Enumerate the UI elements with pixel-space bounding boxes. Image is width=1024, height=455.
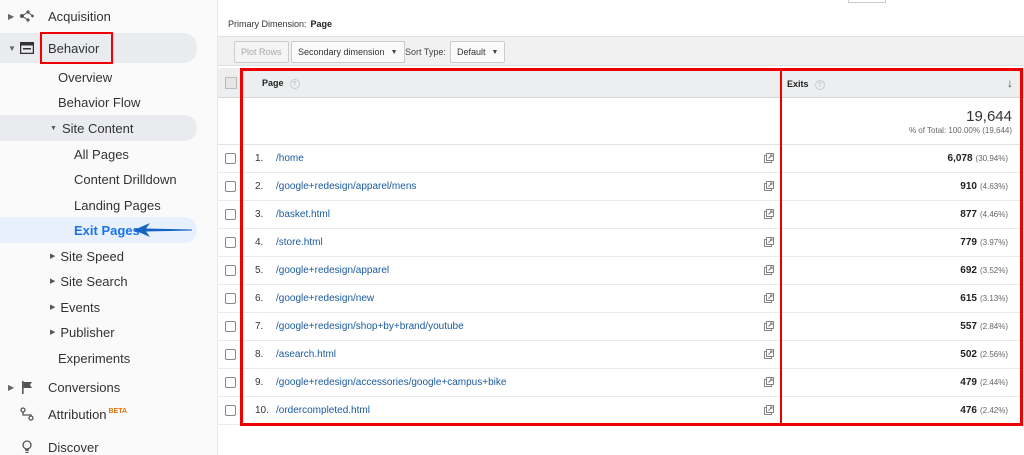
caret-right-icon: ▶	[8, 382, 15, 392]
flag-icon	[19, 379, 35, 395]
sidebar-item-label: Overview	[58, 69, 113, 85]
secondary-dimension-label: Secondary dimension	[298, 47, 385, 57]
sidebar-item-behavior-flow[interactable]: Behavior Flow	[58, 89, 140, 115]
sidebar-item-label: Acquisition	[48, 8, 111, 24]
sort-type-value: Default	[457, 47, 486, 57]
top-control-edge	[848, 0, 886, 3]
row-checkbox[interactable]	[225, 377, 236, 388]
sidebar-item-label: Site Content	[61, 120, 134, 136]
sidebar-item-events[interactable]: ▶ Events	[50, 294, 100, 320]
row-checkbox[interactable]	[225, 321, 236, 332]
row-checkbox[interactable]	[225, 349, 236, 360]
sidebar: ▶ Acquisition ▼ Behavior Overview Behavi…	[0, 0, 218, 455]
sidebar-item-label: Experiments	[58, 350, 131, 366]
sort-type-select[interactable]: Default ▼	[450, 41, 506, 63]
sidebar-item-conversions[interactable]: ▶ Conversions	[0, 374, 200, 400]
sidebar-item-overview[interactable]: Overview	[58, 64, 112, 90]
caret-right-icon: ▶	[50, 304, 56, 311]
sidebar-item-landing-pages[interactable]: Landing Pages	[74, 192, 161, 218]
plot-rows-button[interactable]: Plot Rows	[234, 41, 289, 63]
primary-dimension: Primary Dimension: Page	[228, 19, 332, 29]
sidebar-item-label: Events	[60, 299, 101, 315]
sidebar-item-site-speed[interactable]: ▶ Site Speed	[50, 243, 124, 269]
sidebar-item-label-wrap: Attribution BETA	[48, 407, 127, 422]
sidebar-item-publisher[interactable]: ▶ Publisher	[50, 319, 115, 345]
row-checkbox[interactable]	[225, 405, 236, 416]
sidebar-item-site-content[interactable]: ▼ Site Content	[50, 115, 133, 141]
sidebar-item-label: All Pages	[74, 146, 129, 162]
row-checkbox[interactable]	[225, 265, 236, 276]
behavior-highlight-box	[40, 32, 113, 64]
sidebar-item-experiments[interactable]: Experiments	[58, 345, 130, 371]
sidebar-item-exit-pages[interactable]: Exit Pages	[74, 217, 140, 243]
caret-right-icon: ▶	[50, 278, 56, 285]
sidebar-item-label: Discover	[48, 439, 99, 455]
caret-down-icon: ▼	[8, 43, 16, 53]
sidebar-item-label: Conversions	[48, 379, 121, 395]
sidebar-item-label: Site Speed	[60, 248, 124, 264]
sidebar-item-all-pages[interactable]: All Pages	[74, 141, 129, 167]
beta-badge: BETA	[108, 408, 128, 416]
sidebar-item-label: Exit Pages	[74, 222, 140, 238]
behavior-icon	[19, 40, 35, 56]
sidebar-item-site-search[interactable]: ▶ Site Search	[50, 268, 128, 294]
sidebar-item-label: Landing Pages	[74, 197, 161, 213]
row-checkbox[interactable]	[225, 181, 236, 192]
sidebar-item-label: Publisher	[60, 324, 115, 340]
column-highlight-line	[780, 68, 782, 426]
sort-type-label: Sort Type:	[405, 47, 446, 57]
sidebar-item-discover[interactable]: Discover	[0, 434, 200, 455]
row-checkbox[interactable]	[225, 209, 236, 220]
attribution-icon	[19, 406, 35, 422]
dropdown-arrow-icon: ▼	[390, 48, 398, 56]
sidebar-item-label: Attribution	[48, 406, 107, 422]
table-highlight-box	[240, 68, 1023, 426]
sidebar-item-content-drilldown[interactable]: Content Drilldown	[74, 166, 177, 192]
caret-down-icon: ▼	[50, 124, 57, 132]
plot-rows-label: Plot Rows	[241, 47, 282, 57]
caret-right-icon: ▶	[50, 329, 56, 336]
sidebar-item-label: Content Drilldown	[74, 171, 177, 187]
primary-dimension-label: Primary Dimension:	[228, 19, 307, 29]
dropdown-arrow-icon: ▼	[491, 48, 499, 56]
acquisition-icon	[19, 8, 35, 24]
caret-right-icon: ▶	[8, 11, 15, 21]
sidebar-item-label: Site Search	[60, 273, 128, 289]
pointer-arrow-icon	[134, 223, 192, 237]
row-checkbox[interactable]	[225, 153, 236, 164]
secondary-dimension-select[interactable]: Secondary dimension ▼	[291, 41, 405, 63]
row-checkbox[interactable]	[225, 293, 236, 304]
row-checkbox[interactable]	[225, 237, 236, 248]
sidebar-item-attribution[interactable]: Attribution BETA	[0, 401, 200, 427]
caret-right-icon: ▶	[50, 253, 56, 260]
sidebar-item-label: Behavior Flow	[58, 94, 141, 110]
lightbulb-icon	[19, 439, 35, 455]
select-all-checkbox[interactable]	[225, 77, 237, 89]
primary-dimension-value[interactable]: Page	[311, 19, 333, 29]
sidebar-item-acquisition[interactable]: ▶ Acquisition	[0, 3, 200, 29]
table-toolbar: Plot Rows Secondary dimension ▼ Sort Type…	[218, 36, 1024, 66]
